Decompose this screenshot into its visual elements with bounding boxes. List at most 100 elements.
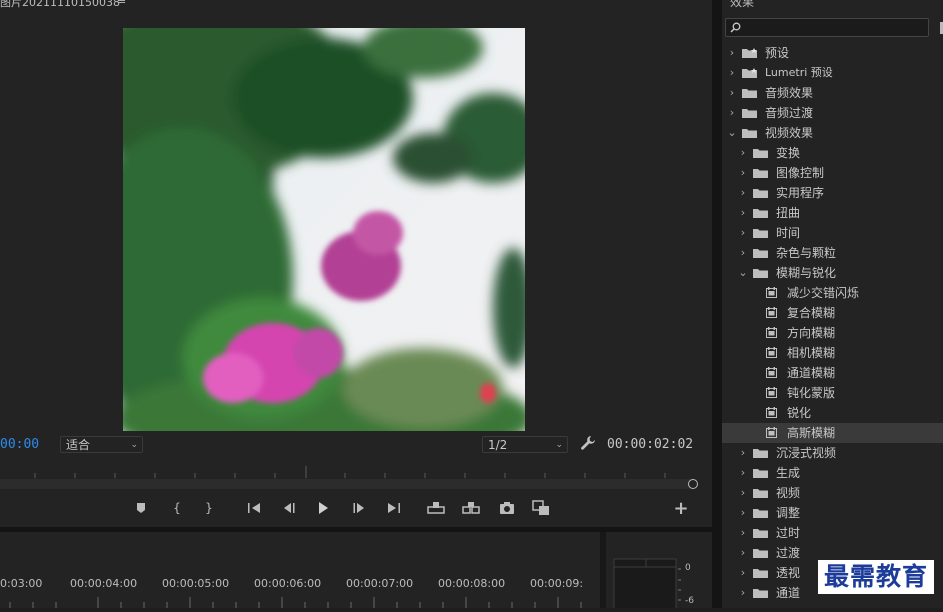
compare-button[interactable] — [531, 496, 551, 520]
step-forward-button[interactable] — [349, 496, 369, 520]
chevron-right-icon[interactable]: › — [738, 563, 748, 583]
chevron-right-icon[interactable]: › — [738, 483, 748, 503]
effects-panel: 效果 › 预设 › Lumetri 预设 › 音频效果 › 音频过渡 ⌄ 视频效果 › 变换 › 图像控制… — [722, 0, 943, 608]
folder-icon — [753, 149, 768, 158]
mark-in-icon: { — [173, 501, 181, 515]
chevron-right-icon[interactable]: › — [738, 223, 748, 243]
time-ruler[interactable] — [0, 464, 700, 478]
chevron-right-icon[interactable]: › — [727, 103, 737, 123]
chevron-right-icon[interactable]: › — [738, 143, 748, 163]
compare-icon — [532, 500, 549, 515]
duration-timecode: 00:00:02:02 — [607, 437, 694, 452]
effect-folder[interactable]: › 杂色与颗粒 — [722, 243, 943, 263]
effect-label: 视频 — [776, 486, 801, 500]
effect-label: 视频效果 — [765, 126, 814, 140]
step-back-button[interactable] — [279, 496, 299, 520]
mark-in-button[interactable]: { — [167, 496, 187, 520]
effect-label: 高斯模糊 — [787, 426, 836, 440]
current-timecode[interactable]: 00:00 — [0, 437, 39, 452]
timeline-label: 00:00:04:00 — [70, 577, 138, 590]
preset-folder-icon — [742, 48, 757, 58]
effect-folder[interactable]: › 图像控制 — [722, 163, 943, 183]
chevron-right-icon[interactable]: › — [738, 243, 748, 263]
chevron-down-icon[interactable]: ⌄ — [738, 263, 748, 283]
video-effect-icon — [766, 347, 777, 358]
fit-dropdown[interactable]: 适合 ⌄ — [60, 436, 143, 453]
folder-icon — [753, 249, 768, 258]
effect-label: Lumetri 预设 — [765, 66, 833, 79]
effect-folder[interactable]: › 时间 — [722, 223, 943, 243]
effect-label: 通道 — [776, 586, 801, 600]
effect-item[interactable]: 方向模糊 — [722, 323, 943, 343]
video-effect-icon — [766, 387, 777, 398]
chevron-right-icon[interactable]: › — [727, 63, 737, 83]
chevron-right-icon[interactable]: › — [738, 183, 748, 203]
camera-icon — [500, 502, 514, 514]
export-frame-button[interactable] — [497, 496, 517, 520]
effect-label: 复合模糊 — [787, 306, 836, 320]
timeline-ruler[interactable] — [0, 594, 600, 608]
effect-folder[interactable]: › 过时 — [722, 523, 943, 543]
effect-item[interactable]: 相机模糊 — [722, 343, 943, 363]
chevron-right-icon[interactable]: › — [727, 83, 737, 103]
effect-folder[interactable]: › 音频效果 — [722, 83, 943, 103]
effect-folder[interactable]: ⌄ 模糊与锐化 — [722, 263, 943, 283]
chevron-right-icon[interactable]: › — [738, 543, 748, 563]
go-to-out-button[interactable] — [383, 496, 403, 520]
chevron-down-icon: ⌄ — [130, 440, 138, 450]
chevron-right-icon[interactable]: › — [738, 163, 748, 183]
scrub-bar[interactable] — [0, 479, 690, 489]
effect-label: 方向模糊 — [787, 326, 836, 340]
effects-search-input[interactable] — [725, 18, 929, 37]
chevron-right-icon[interactable]: › — [738, 583, 748, 603]
chevron-right-icon[interactable]: › — [738, 203, 748, 223]
playhead-handle[interactable] — [688, 479, 698, 489]
chevron-right-icon[interactable]: › — [738, 523, 748, 543]
effect-item[interactable]: 高斯模糊 — [722, 423, 943, 443]
go-to-in-button[interactable] — [245, 496, 265, 520]
folder-icon — [753, 469, 768, 478]
effect-item[interactable]: 钝化蒙版 — [722, 383, 943, 403]
resolution-dropdown[interactable]: 1/2 ⌄ — [482, 436, 568, 453]
extract-button[interactable] — [461, 496, 481, 520]
effect-label: 预设 — [765, 46, 790, 60]
resolution-dropdown-value: 1/2 — [488, 438, 508, 452]
effect-label: 通道模糊 — [787, 366, 836, 380]
video-effect-icon — [766, 427, 777, 438]
search-icon — [730, 22, 741, 33]
chevron-right-icon[interactable]: › — [738, 443, 748, 463]
add-marker-button[interactable] — [131, 496, 151, 520]
effect-label: 扭曲 — [776, 206, 801, 220]
add-button[interactable]: + — [671, 496, 691, 520]
effect-item[interactable]: 减少交错闪烁 — [722, 283, 943, 303]
effect-label: 杂色与颗粒 — [776, 246, 837, 260]
lift-button[interactable] — [426, 496, 446, 520]
folder-icon — [753, 529, 768, 538]
effect-folder[interactable]: › 调整 — [722, 503, 943, 523]
panel-menu-icon[interactable]: ≡ — [117, 0, 126, 7]
play-button[interactable] — [313, 496, 333, 520]
effect-folder[interactable]: › 生成 — [722, 463, 943, 483]
chevron-right-icon[interactable]: › — [738, 463, 748, 483]
effect-folder[interactable]: › 扭曲 — [722, 203, 943, 223]
effect-item[interactable]: 复合模糊 — [722, 303, 943, 323]
chevron-right-icon[interactable]: › — [727, 43, 737, 63]
panel-divider[interactable] — [712, 0, 722, 608]
mark-out-button[interactable]: } — [199, 496, 219, 520]
effect-item[interactable]: 锐化 — [722, 403, 943, 423]
effect-folder[interactable]: › 变换 — [722, 143, 943, 163]
effect-folder[interactable]: › 实用程序 — [722, 183, 943, 203]
program-monitor: 图片20211110150038 ≡ 00:00 适合 ⌄ 1/2 ⌄ 00:0… — [0, 0, 712, 527]
effect-folder[interactable]: › 视频 — [722, 483, 943, 503]
effect-folder[interactable]: › 沉浸式视频 — [722, 443, 943, 463]
effect-folder[interactable]: › 音频过渡 — [722, 103, 943, 123]
chevron-down-icon[interactable]: ⌄ — [727, 123, 737, 143]
effect-folder[interactable]: ⌄ 视频效果 — [722, 123, 943, 143]
effect-folder[interactable]: › Lumetri 预设 — [722, 63, 943, 83]
effect-label: 实用程序 — [776, 186, 825, 200]
wrench-icon[interactable] — [580, 435, 596, 451]
effect-item[interactable]: 通道模糊 — [722, 363, 943, 383]
chevron-right-icon[interactable]: › — [738, 503, 748, 523]
chevron-down-icon: ⌄ — [555, 440, 563, 450]
effect-folder[interactable]: › 预设 — [722, 43, 943, 63]
